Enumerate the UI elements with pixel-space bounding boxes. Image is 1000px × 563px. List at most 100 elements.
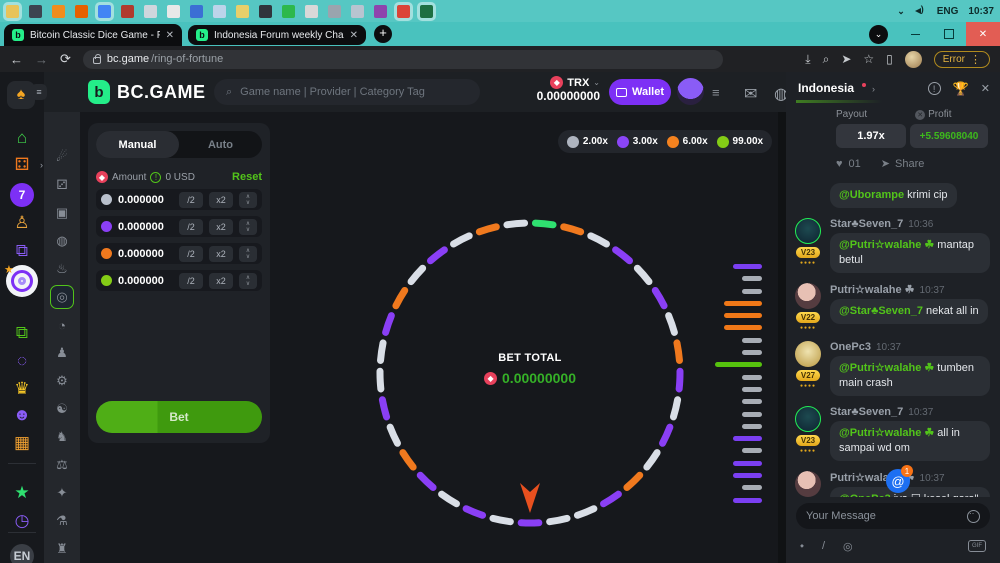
share-button[interactable]: ➤Share — [881, 157, 925, 170]
hidden-icons-chevron-icon[interactable]: ⌄ — [897, 6, 905, 17]
browser-tab-2[interactable]: b Indonesia Forum weekly Challen ✕ — [188, 25, 366, 45]
tab-close-icon[interactable]: ✕ — [350, 30, 358, 41]
game-shortcut-6[interactable]: ◔ — [50, 313, 74, 337]
bet-button[interactable]: Bet — [96, 401, 262, 433]
chrome-taskbar-icon[interactable] — [98, 5, 111, 18]
user-mention[interactable]: @OnePc3 — [839, 493, 891, 497]
tab-search-button[interactable]: ⌄ — [869, 25, 888, 44]
folders-taskbar-icon[interactable] — [236, 5, 249, 18]
double-button[interactable]: x2 — [209, 273, 233, 289]
tab-manual[interactable]: Manual — [96, 131, 179, 158]
penguin-taskbar-icon[interactable] — [259, 5, 272, 18]
chat-username[interactable]: Star♣Seven_710:36 — [830, 218, 992, 230]
mail-icon[interactable]: ✉ — [744, 84, 757, 104]
sidebar-item-chip-seven[interactable]: 7 — [7, 182, 37, 208]
share-icon[interactable]: ➤ — [841, 52, 851, 66]
sidebar-toggle-button[interactable]: ≡ — [31, 84, 47, 100]
bet-amount-value[interactable]: 0.000000 — [118, 275, 164, 287]
game-shortcut-8[interactable]: ⚙ — [50, 369, 74, 393]
media-player-taskbar-icon[interactable] — [52, 5, 65, 18]
sidebar-item-ring-of-fortune[interactable]: ★ — [6, 265, 38, 297]
amount-stepper[interactable]: ∧∨ — [239, 246, 257, 262]
sidebar-item-slots[interactable]: ▦ — [7, 430, 37, 456]
sidebar-item-lang-en[interactable]: EN — [7, 543, 37, 563]
explorer-taskbar-icon[interactable] — [6, 5, 19, 18]
menu-list-icon[interactable]: ≡ — [712, 85, 720, 100]
rain-icon[interactable]: ⬩ — [800, 540, 804, 553]
new-tab-button[interactable]: + — [374, 25, 392, 43]
sidebar-item-ticket[interactable]: ⧉ — [7, 320, 37, 346]
sidebar-item-masks[interactable]: ☻ — [7, 402, 37, 428]
app-dark-taskbar-icon[interactable] — [29, 5, 42, 18]
install-icon[interactable]: ⤓ — [805, 52, 810, 67]
bcgame-logo[interactable]: b BC.GAME — [88, 80, 206, 104]
chat-messages[interactable]: Payout ✕Profit 1.97x +5.59608040 ♥ 01 ➤S… — [786, 105, 1000, 497]
gif-keyboard-icon[interactable]: GIF — [968, 540, 986, 552]
game-search-input[interactable]: ⌕ Game name | Provider | Category Tag — [214, 79, 480, 105]
half-button[interactable]: /2 — [179, 273, 203, 289]
browser-menu-icon[interactable]: ⋮ — [970, 53, 981, 66]
sidebar-item-home[interactable]: ⌂ — [7, 125, 37, 151]
chevron-right-icon[interactable]: › — [872, 84, 875, 94]
image-app-taskbar-icon[interactable] — [351, 5, 364, 18]
error-badge[interactable]: Error⋮ — [934, 51, 990, 68]
chat-message[interactable]: V23●●●●Star♣Seven_710:36@Putri☆walahe ☘ … — [794, 218, 992, 273]
volume-icon[interactable] — [915, 6, 927, 16]
amount-stepper[interactable]: ∧∨ — [239, 219, 257, 235]
sidebar-item-clock[interactable]: ◷ — [7, 508, 37, 534]
game-shortcut-13[interactable]: ⚗ — [50, 509, 74, 533]
reload-icon[interactable]: ⟳ — [60, 51, 71, 67]
bowtie-app-taskbar-icon[interactable] — [374, 5, 387, 18]
notepad-taskbar-icon[interactable] — [144, 5, 157, 18]
magnifier-app-taskbar-icon[interactable] — [213, 5, 226, 18]
game-shortcut-5[interactable]: ◎ — [50, 285, 74, 309]
game-shortcut-2[interactable]: ▣ — [50, 201, 74, 225]
user-avatar[interactable] — [677, 78, 704, 105]
sidebar-item-crown[interactable]: ♛ — [7, 376, 37, 402]
bet-amount-value[interactable]: 0.000000 — [118, 248, 164, 260]
sidebar-item-leprechaun[interactable]: ♙ — [7, 210, 37, 236]
chat-message-input[interactable]: Your Message — [796, 503, 990, 529]
game-shortcut-4[interactable]: ♨ — [50, 257, 74, 281]
chat-username[interactable]: Putri☆walahe ☘10:37 — [830, 283, 992, 296]
sidebar-item-casino-dice[interactable]: ⚃› — [7, 152, 37, 178]
amount-stepper[interactable]: ∧∨ — [239, 192, 257, 208]
blue-app-taskbar-icon[interactable] — [190, 5, 203, 18]
trophy-icon[interactable]: 🏆 — [953, 81, 969, 97]
user-mention[interactable]: @Putri☆walahe ☘ — [839, 239, 934, 251]
half-button[interactable]: /2 — [179, 192, 203, 208]
url-bar[interactable]: bc.game/ring-of-fortune — [83, 50, 723, 69]
game-shortcut-10[interactable]: ♞ — [50, 425, 74, 449]
bet-amount-value[interactable]: 0.000000 — [118, 221, 164, 233]
browser-tab-active[interactable]: b Bitcoin Classic Dice Game - Play | ✕ — [4, 24, 182, 46]
firefox-taskbar-icon[interactable] — [75, 5, 88, 18]
shared-bet-card[interactable]: Payout ✕Profit 1.97x +5.59608040 ♥ 01 ➤S… — [836, 109, 988, 170]
user-mention[interactable]: @Putri☆walahe ☘ — [839, 362, 934, 374]
chat-close-icon[interactable]: ✕ — [981, 82, 990, 95]
forward-icon[interactable]: → — [35, 52, 48, 67]
game-shortcut-3[interactable]: ◍ — [50, 229, 74, 253]
stripes-app-taskbar-icon[interactable] — [167, 5, 180, 18]
mention-notification-button[interactable]: @ 1 — [886, 469, 910, 493]
balance-selector[interactable]: ◆ TRX ⌄ 0.00000000 — [496, 76, 600, 103]
game-shortcut-12[interactable]: ✦ — [50, 481, 74, 505]
chat-username[interactable]: Star♣Seven_710:37 — [830, 406, 992, 418]
game-shortcut-9[interactable]: ☯ — [50, 397, 74, 421]
chat-message[interactable]: V27●●●●OnePc310:37@Putri☆walahe ☘ tumben… — [794, 341, 992, 396]
heart-icon[interactable]: ♥ — [836, 158, 843, 170]
slash-command-icon[interactable]: / — [822, 540, 825, 552]
maximize-button[interactable] — [932, 22, 966, 46]
half-button[interactable]: /2 — [179, 219, 203, 235]
chat-message[interactable]: V23●●●●Star♣Seven_710:37@Putri☆walahe ☘ … — [794, 406, 992, 461]
double-button[interactable]: x2 — [209, 219, 233, 235]
user-mention[interactable]: @Putri☆walahe ☘ — [839, 427, 934, 439]
language-indicator[interactable]: ENG — [937, 6, 959, 17]
game-shortcut-14[interactable]: ♜ — [50, 537, 74, 561]
game-shortcut-11[interactable]: ⚖ — [50, 453, 74, 477]
pen-app-taskbar-icon[interactable] — [328, 5, 341, 18]
chat-message[interactable]: @Uborampe krimi cip — [794, 180, 992, 208]
user-mention[interactable]: @Uborampe — [839, 189, 904, 201]
wallet-button[interactable]: Wallet — [609, 79, 671, 105]
emoji-icon[interactable] — [967, 510, 980, 523]
sidebar-item-bonus-star[interactable]: ★ — [7, 480, 37, 506]
